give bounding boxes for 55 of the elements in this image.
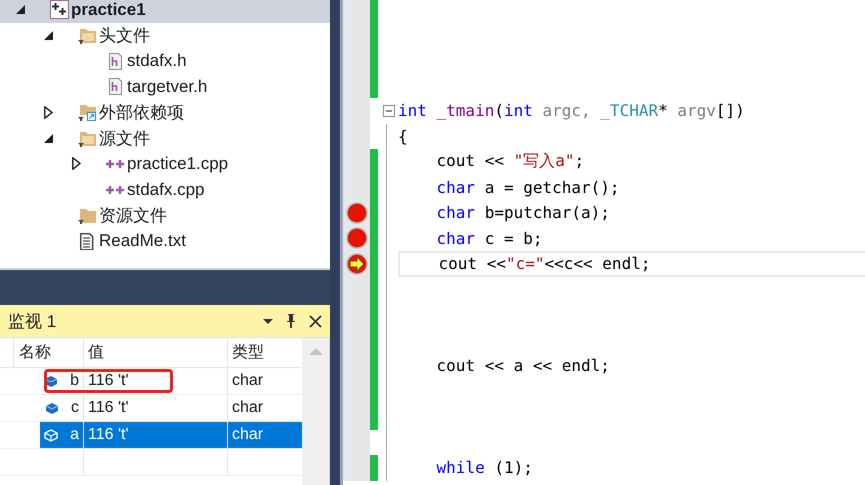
watch-row[interactable]: c: [14, 395, 84, 421]
code-line: cout << a << endl;: [436, 356, 610, 376]
variable-icon: [44, 428, 58, 442]
column-header[interactable]: 值: [84, 338, 228, 367]
variable-icon: [44, 374, 58, 388]
tree-item[interactable]: targetver.h: [0, 74, 330, 100]
collapsed-arrow-icon[interactable]: [44, 106, 53, 120]
watch-row[interactable]: b: [14, 368, 84, 394]
code-line: int _tmain(int argc, _TCHAR* argv[]): [398, 101, 745, 120]
code-line: char c = b;: [436, 228, 542, 248]
value-cell: 116 't': [84, 395, 228, 421]
tree-item[interactable]: 源文件: [0, 125, 330, 152]
tree-item[interactable]: practice1: [0, 0, 330, 23]
pin-icon[interactable]: [287, 314, 295, 328]
expanded-arrow-icon[interactable]: [44, 134, 53, 143]
project-icon: [50, 0, 68, 20]
code-line: cout <<"c="<<c<< endl;: [438, 254, 650, 274]
dropdown-icon[interactable]: [263, 318, 273, 324]
plus-icon: [106, 186, 124, 194]
scrollbar[interactable]: [302, 338, 330, 485]
type-cell-text: char: [231, 371, 264, 391]
column-header[interactable]: 类型: [228, 338, 302, 367]
tree-item[interactable]: practice1.cpp: [0, 151, 330, 177]
variable-icon: [45, 402, 59, 414]
plus-icon: [106, 160, 124, 168]
tree-item[interactable]: ReadMe.txt: [0, 228, 330, 254]
folder-icon: [78, 206, 96, 224]
folder-icon: [78, 104, 96, 122]
value-cell: 116 't': [84, 422, 228, 448]
tree-item[interactable]: 头文件: [0, 22, 330, 48]
code-line: {: [398, 126, 408, 146]
expanded-arrow-icon[interactable]: [44, 31, 53, 40]
watch-row[interactable]: a: [40, 422, 84, 448]
tree-item[interactable]: 外部依赖项: [0, 100, 330, 126]
expanded-arrow-icon[interactable]: [16, 5, 25, 14]
column-header[interactable]: 名称: [14, 338, 84, 367]
tree-item[interactable]: stdafx.cpp: [0, 176, 330, 202]
folder-icon: [78, 27, 96, 44]
code-line: cout << "写入a";: [436, 151, 584, 172]
file-icon: [108, 78, 122, 96]
type-cell: char: [228, 422, 302, 448]
close-icon[interactable]: [309, 314, 322, 328]
document-icon: [80, 232, 94, 250]
watch-title: 监视 1: [8, 310, 58, 332]
tree-item[interactable]: stdafx.h: [0, 48, 330, 74]
code-line: char b=putchar(a);: [436, 203, 610, 222]
code-line: while (1);: [436, 458, 533, 478]
value-cell: 116 't': [84, 368, 228, 394]
collapse-icon[interactable]: [383, 104, 395, 117]
file-icon: [108, 52, 122, 70]
collapsed-arrow-icon[interactable]: [72, 157, 81, 170]
tree-item[interactable]: 资源文件: [0, 202, 330, 228]
folder-icon: [78, 130, 96, 147]
type-cell-text: char: [231, 398, 264, 418]
code-line: char a = getchar();: [436, 178, 620, 197]
